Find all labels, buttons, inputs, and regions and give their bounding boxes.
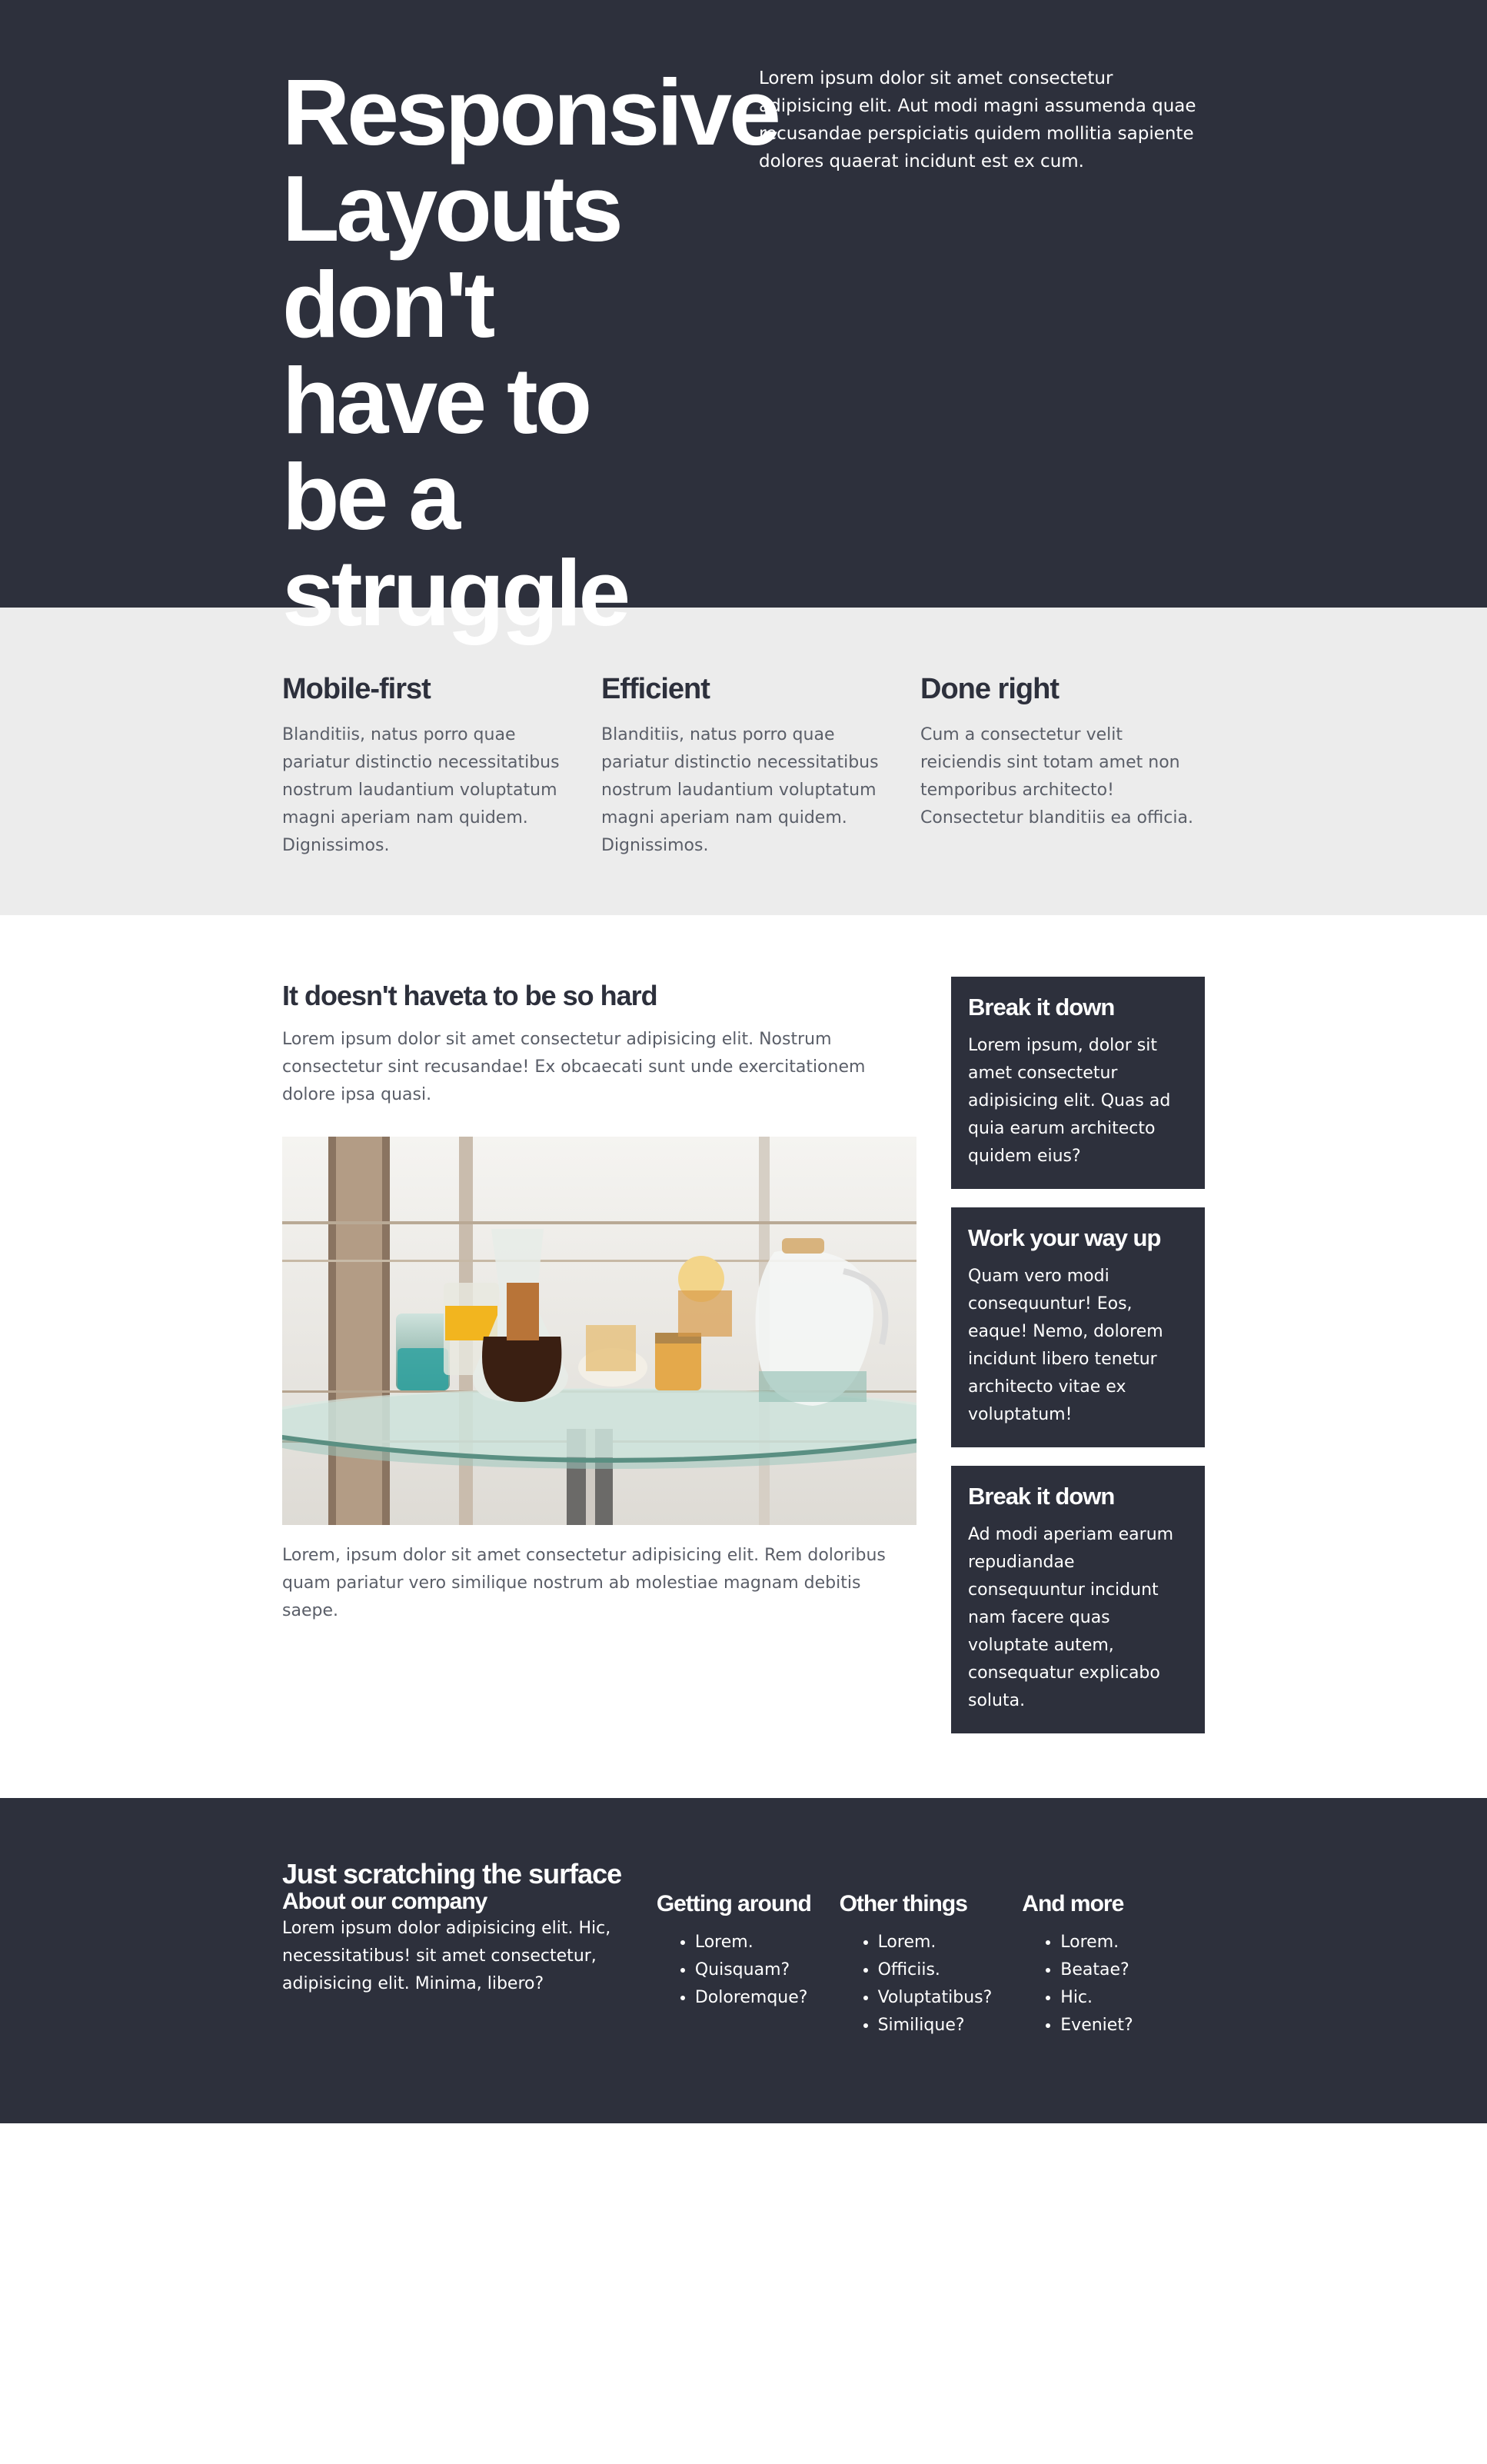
feature-efficient: Efficient Blanditiis, natus porro quae p… [601, 669, 886, 860]
site-footer: Just scratching the surface About our co… [0, 1798, 1487, 2123]
footer-column-title: Other things [839, 1891, 968, 1916]
footer-column-title: Getting around [656, 1891, 812, 1916]
feature-text: Cum a consectetur velit reiciendis sint … [920, 725, 1193, 827]
article-photo-tableware [282, 1137, 916, 1525]
footer-link-list: Lorem. Quisquam? Doloremque? [657, 1929, 840, 2012]
main-container: It doesn't haveta to be so hard Lorem ip… [282, 915, 1205, 1752]
card-title: Break it down [968, 1483, 1115, 1510]
hero-section: Responsive Layouts don't have to be a st… [0, 0, 1487, 641]
feature-text: Blanditiis, natus porro quae pariatur di… [282, 725, 560, 855]
footer-link[interactable]: Voluptatibus? [878, 1984, 1023, 2012]
footer-link[interactable]: Officiis. [878, 1956, 1023, 1984]
feature-text: Blanditiis, natus porro quae pariatur di… [601, 725, 879, 855]
footer-link[interactable]: Eveniet? [1060, 2012, 1205, 2039]
features-container: Mobile-first Blanditiis, natus porro qua… [282, 608, 1205, 860]
sidebar-cards: Break it down Lorem ipsum, dolor sit ame… [951, 977, 1205, 1752]
feature-title: Efficient [601, 673, 710, 705]
footer-container: Just scratching the surface About our co… [282, 1798, 1205, 2039]
hero-container: Responsive Layouts don't have to be a st… [282, 0, 1205, 641]
hero-title: Responsive Layouts don't have to be a st… [282, 60, 781, 645]
card-text: Quam vero modi consequuntur! Eos, eaque!… [968, 1267, 1163, 1424]
main-content-section: It doesn't haveta to be so hard Lorem ip… [0, 915, 1487, 1798]
footer-link[interactable]: Similique? [878, 2012, 1023, 2039]
article: It doesn't haveta to be so hard Lorem ip… [282, 977, 916, 1752]
card-break-it-down: Break it down Lorem ipsum, dolor sit ame… [951, 977, 1205, 1189]
footer-heading: Just scratching the surface [282, 1858, 622, 1890]
features-section: Mobile-first Blanditiis, natus porro qua… [0, 608, 1487, 915]
footer-column-and-more: And more Lorem. Beatae? Hic. Eveniet? [1022, 1860, 1205, 2039]
hero-intro-text: Lorem ipsum dolor sit amet consectetur a… [759, 68, 1196, 171]
footer-link[interactable]: Hic. [1060, 1984, 1205, 2012]
feature-mobile-first: Mobile-first Blanditiis, natus porro qua… [282, 669, 567, 860]
footer-link[interactable]: Lorem. [695, 1929, 840, 1956]
footer-link[interactable]: Lorem. [1060, 1929, 1205, 1956]
article-intro: Lorem ipsum dolor sit amet consectetur a… [282, 1030, 866, 1104]
footer-link[interactable]: Lorem. [878, 1929, 1023, 1956]
article-title: It doesn't haveta to be so hard [282, 980, 658, 1011]
feature-title: Mobile-first [282, 673, 431, 705]
card-title: Work your way up [968, 1224, 1161, 1251]
footer-about-title: About our company [282, 1889, 487, 1914]
feature-done-right: Done right Cum a consectetur velit reici… [920, 669, 1205, 860]
footer-link-list: Lorem. Beatae? Hic. Eveniet? [1022, 1929, 1205, 2039]
feature-title: Done right [920, 673, 1060, 705]
card-work-your-way-up: Work your way up Quam vero modi consequu… [951, 1207, 1205, 1447]
card-text: Lorem ipsum, dolor sit amet consectetur … [968, 1036, 1171, 1166]
article-outro: Lorem, ipsum dolor sit amet consectetur … [282, 1546, 886, 1620]
footer-about: Just scratching the surface About our co… [282, 1860, 657, 2039]
footer-link[interactable]: Doloremque? [695, 1984, 840, 2012]
footer-column-other-things: Other things Lorem. Officiis. Voluptatib… [840, 1860, 1023, 2039]
card-text: Ad modi aperiam earum repudiandae conseq… [968, 1525, 1174, 1710]
card-break-it-down-2: Break it down Ad modi aperiam earum repu… [951, 1466, 1205, 1733]
footer-link-list: Lorem. Officiis. Voluptatibus? Similique… [840, 1929, 1023, 2039]
footer-column-getting-around: Getting around Lorem. Quisquam? Doloremq… [657, 1860, 840, 2039]
footer-link[interactable]: Quisquam? [695, 1956, 840, 1984]
footer-column-title: And more [1022, 1891, 1124, 1916]
card-title: Break it down [968, 994, 1115, 1021]
footer-about-text: Lorem ipsum dolor adipisicing elit. Hic,… [282, 1919, 611, 1993]
tableware-illustration [282, 1137, 916, 1525]
footer-link[interactable]: Beatae? [1060, 1956, 1205, 1984]
